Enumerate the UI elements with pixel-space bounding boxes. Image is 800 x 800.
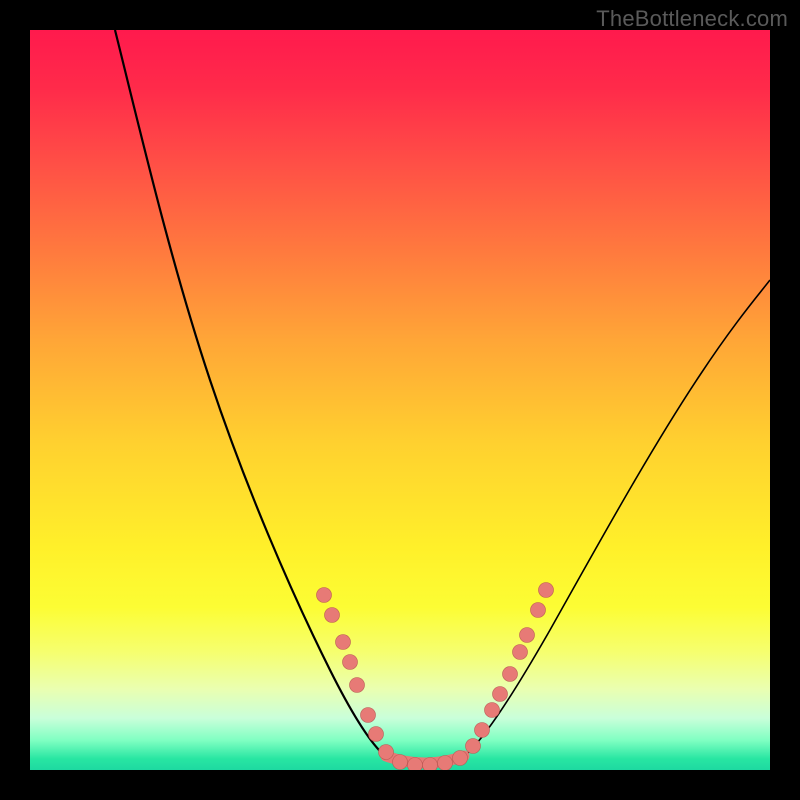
bottleneck-curve-right bbox=[460, 280, 770, 760]
plot-area bbox=[30, 30, 770, 770]
marker-dot bbox=[408, 758, 423, 771]
outer-frame: TheBottleneck.com bbox=[0, 0, 800, 800]
marker-dot bbox=[336, 635, 351, 650]
marker-dots bbox=[317, 583, 554, 771]
marker-dot bbox=[531, 603, 546, 618]
marker-dot bbox=[466, 739, 481, 754]
marker-dot bbox=[423, 758, 438, 771]
marker-dot bbox=[438, 756, 453, 771]
marker-dot bbox=[350, 678, 365, 693]
marker-dot bbox=[325, 608, 340, 623]
marker-dot bbox=[317, 588, 332, 603]
chart-svg bbox=[30, 30, 770, 770]
marker-dot bbox=[361, 708, 376, 723]
marker-dot bbox=[379, 745, 394, 760]
marker-dot bbox=[393, 755, 408, 770]
marker-dot bbox=[369, 727, 384, 742]
marker-dot bbox=[539, 583, 554, 598]
marker-dot bbox=[485, 703, 500, 718]
bottleneck-curve-left bbox=[115, 30, 390, 760]
marker-dot bbox=[513, 645, 528, 660]
marker-dot bbox=[520, 628, 535, 643]
watermark-text: TheBottleneck.com bbox=[596, 6, 788, 32]
marker-dot bbox=[343, 655, 358, 670]
marker-dot bbox=[453, 751, 468, 766]
marker-dot bbox=[475, 723, 490, 738]
marker-dot bbox=[503, 667, 518, 682]
marker-dot bbox=[493, 687, 508, 702]
